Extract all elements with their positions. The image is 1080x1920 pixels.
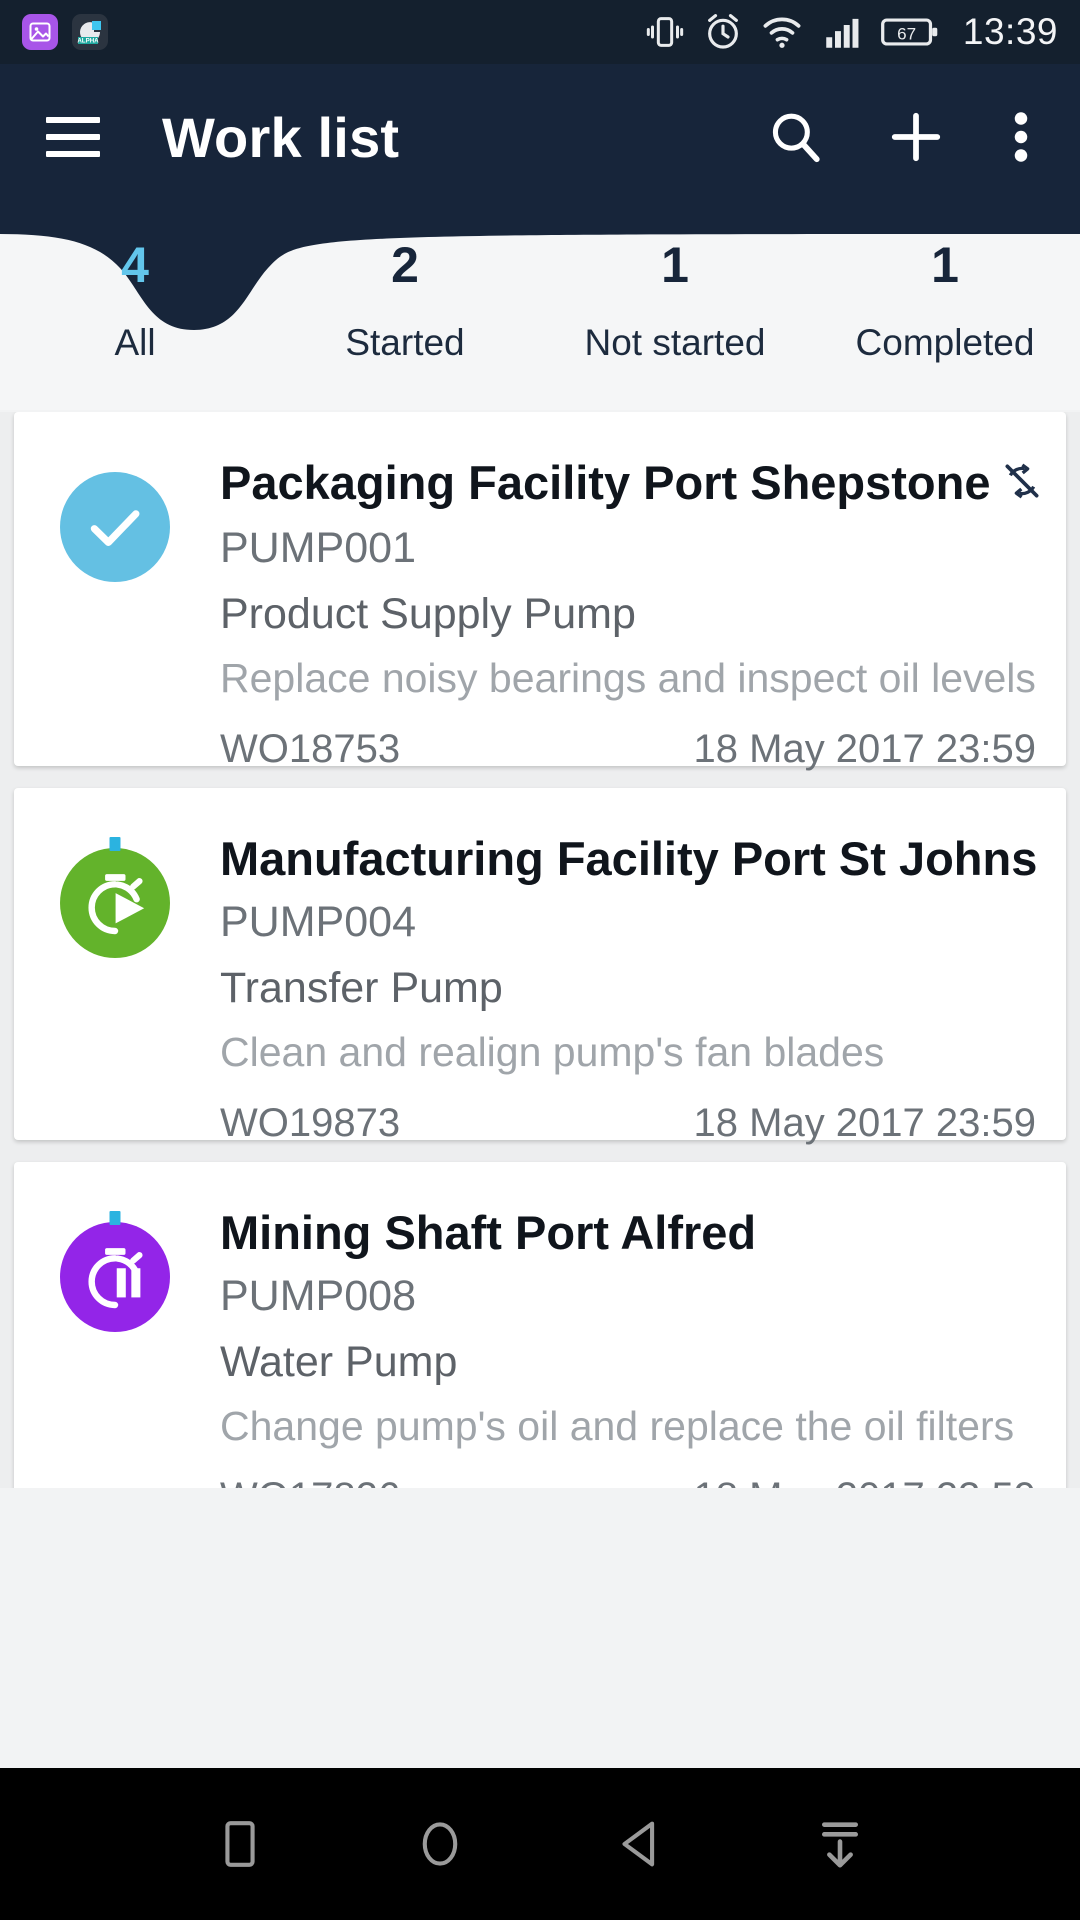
more-vertical-icon[interactable] xyxy=(1008,107,1034,167)
hide-keyboard-down-icon[interactable] xyxy=(785,1789,895,1899)
status-bar-notifications: ALPHA xyxy=(22,14,108,50)
work-order-due-date: 18 May 2017 23:59 xyxy=(693,1101,1036,1146)
tab-started[interactable]: 2 Started xyxy=(270,210,540,410)
work-order-details: Packaging Facility Port Shepstone PUMP00… xyxy=(220,448,1039,771)
svg-text:67: 67 xyxy=(897,25,916,44)
work-order-footer: WO19873 18 May 2017 23:59 xyxy=(220,1101,1036,1146)
work-order-due-date: 18 May 2017 23:59 xyxy=(694,1475,1036,1488)
page-title: Work list xyxy=(162,105,400,169)
alarm-icon xyxy=(703,12,743,52)
photos-app-icon xyxy=(22,14,58,50)
search-icon[interactable] xyxy=(766,108,824,166)
work-order-due-date: 18 May 2017 23:59 xyxy=(693,727,1036,772)
recents-square-icon[interactable] xyxy=(185,1789,295,1899)
tab-all[interactable]: 4 All xyxy=(0,210,270,410)
work-order-number: WO17826 xyxy=(220,1475,400,1488)
svg-text:ALPHA: ALPHA xyxy=(77,38,99,45)
status-bar: ALPHA 67 13:39 xyxy=(0,0,1080,64)
table-row[interactable]: Mining Shaft Port Alfred PUMP008 Water P… xyxy=(14,1162,1066,1488)
tab-not-started[interactable]: 1 Not started xyxy=(540,210,810,410)
work-order-number: WO18753 xyxy=(220,727,401,772)
work-order-title-row: Mining Shaft Port Alfred xyxy=(220,1206,1036,1259)
work-order-description: Clean and realign pump's fan blades xyxy=(220,1028,885,1075)
status-avatar-container xyxy=(60,824,220,1110)
android-navigation-bar xyxy=(0,1768,1080,1920)
work-order-description: Change pump's oil and replace the oil fi… xyxy=(220,1402,1015,1449)
sync-disabled-icon xyxy=(1002,460,1042,509)
asset-id: PUMP001 xyxy=(220,524,416,573)
status-avatar-container xyxy=(60,448,220,736)
work-order-details: Manufacturing Facility Port St Johns PUM… xyxy=(220,824,1038,1145)
tab-all-label: All xyxy=(114,322,156,363)
asset-name: Transfer Pump xyxy=(220,963,503,1012)
tab-completed-count: 1 xyxy=(931,237,959,293)
hamburger-menu-icon[interactable] xyxy=(46,117,100,157)
work-order-list[interactable]: Packaging Facility Port Shepstone PUMP00… xyxy=(0,412,1080,1488)
battery-icon: 67 xyxy=(880,12,939,52)
tab-not-started-label: Not started xyxy=(584,322,766,363)
work-order-number: WO19873 xyxy=(220,1101,401,1146)
check-circle-icon xyxy=(60,472,170,582)
back-triangle-icon[interactable] xyxy=(585,1789,695,1899)
work-order-title-row: Packaging Facility Port Shepstone xyxy=(220,456,1039,509)
work-order-title: Manufacturing Facility Port St Johns xyxy=(220,832,1038,885)
work-order-footer: WO18753 18 May 2017 23:59 xyxy=(220,727,1036,772)
table-row[interactable]: Manufacturing Facility Port St Johns PUM… xyxy=(14,788,1066,1145)
vibrate-icon xyxy=(645,12,685,52)
tab-started-count: 2 xyxy=(391,237,419,293)
app-bar: Work list xyxy=(0,64,1080,210)
asset-name: Product Supply Pump xyxy=(220,589,636,638)
work-order-title: Packaging Facility Port Shepstone xyxy=(220,456,991,509)
home-circle-icon[interactable] xyxy=(385,1789,495,1899)
tab-completed[interactable]: 1 Completed xyxy=(810,210,1080,410)
wifi-icon xyxy=(761,11,803,53)
app-bar-actions xyxy=(766,107,1034,167)
work-order-title-row: Manufacturing Facility Port St Johns xyxy=(220,832,1038,885)
tab-list: 4 All 2 Started 1 Not started 1 Complete… xyxy=(0,210,1080,410)
stopwatch-stem xyxy=(109,837,121,851)
asset-id: PUMP008 xyxy=(220,1272,416,1321)
status-avatar-container xyxy=(60,1198,220,1484)
tab-not-started-count: 1 xyxy=(661,237,689,293)
tab-all-count: 4 xyxy=(121,237,149,293)
work-order-details: Mining Shaft Port Alfred PUMP008 Water P… xyxy=(220,1198,1036,1488)
work-order-description: Replace noisy bearings and inspect oil l… xyxy=(220,654,1036,701)
plus-icon[interactable] xyxy=(886,107,946,167)
asset-name: Water Pump xyxy=(220,1337,458,1386)
status-bar-system-icons: 67 13:39 xyxy=(645,11,1058,53)
stopwatch-play-icon xyxy=(60,837,170,958)
tab-completed-label: Completed xyxy=(855,322,1035,363)
tab-started-label: Started xyxy=(345,322,465,363)
alpha-app-icon: ALPHA xyxy=(72,14,108,50)
signal-icon xyxy=(821,11,863,53)
stopwatch-stem xyxy=(109,1211,121,1225)
table-row[interactable]: Packaging Facility Port Shepstone PUMP00… xyxy=(14,412,1066,771)
status-bar-clock: 13:39 xyxy=(962,11,1058,52)
status-filter-tabs: 4 All 2 Started 1 Not started 1 Complete… xyxy=(0,210,1080,410)
work-order-title: Mining Shaft Port Alfred xyxy=(220,1206,757,1259)
stopwatch-pause-icon xyxy=(60,1211,170,1332)
work-order-footer: WO17826 18 May 2017 23:59 xyxy=(220,1475,1036,1488)
asset-id: PUMP004 xyxy=(220,898,416,947)
